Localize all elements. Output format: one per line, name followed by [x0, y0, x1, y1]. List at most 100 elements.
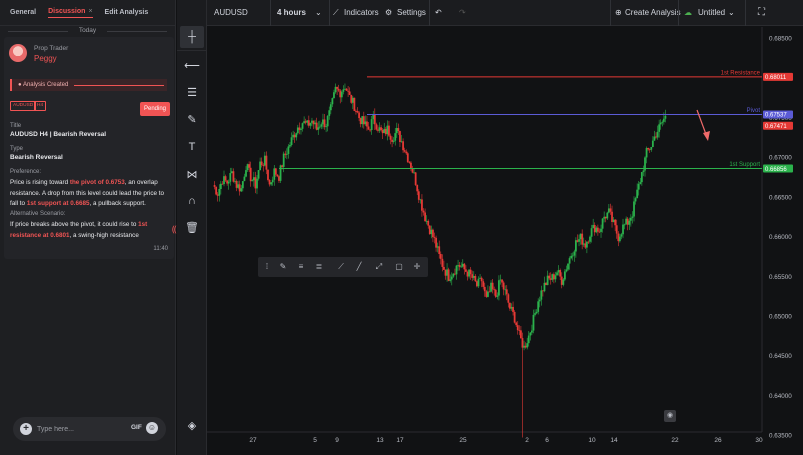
tab-edit-analysis[interactable]: Edit Analysis: [105, 9, 149, 16]
candle-body: [414, 172, 417, 185]
candle-body: [444, 269, 447, 276]
lines-icon[interactable]: ≡: [294, 260, 308, 274]
candle-body: [532, 314, 535, 331]
candle-body: [546, 275, 549, 286]
candle-body: [567, 263, 569, 270]
drag-handle-icon[interactable]: ⁞: [260, 260, 274, 274]
layout-name[interactable]: Untitled: [698, 0, 725, 26]
price-tick-label: 0.66500: [769, 194, 792, 201]
horizontal-lines-icon[interactable]: ☰: [180, 81, 204, 103]
pending-status-button[interactable]: Pending: [140, 102, 170, 116]
username[interactable]: Peggy: [34, 54, 57, 63]
text-icon[interactable]: T: [180, 136, 204, 158]
settings-button[interactable]: Settings: [397, 0, 426, 26]
crosshair-icon[interactable]: ┼: [180, 26, 204, 48]
emoji-icon[interactable]: ☺: [146, 422, 158, 434]
drawing-float-toolbar: ⁞ ✎ ≡ ≣ ⟋ ╱ ⤢ ▢ ✛: [258, 257, 428, 277]
indicators-button[interactable]: Indicators: [344, 0, 379, 26]
candle-body: [370, 119, 373, 131]
candle-body: [650, 147, 653, 150]
candle-body: [620, 234, 623, 237]
avatar[interactable]: [9, 44, 27, 62]
candle-body: [502, 282, 505, 290]
candle-body: [421, 199, 423, 211]
candle-body: [587, 241, 590, 243]
candle-body: [427, 220, 430, 226]
ray-icon[interactable]: ⤢: [372, 260, 386, 274]
undo-icon[interactable]: ↶: [435, 0, 442, 26]
tab-general[interactable]: General: [10, 9, 36, 16]
candle-body: [375, 124, 378, 130]
candle-body: [287, 146, 290, 154]
candle-body: [509, 302, 511, 309]
candle-body: [578, 239, 580, 242]
candle-body: [579, 233, 582, 240]
close-icon[interactable]: ×: [88, 8, 92, 15]
candle-body: [551, 274, 554, 280]
candle-body: [645, 148, 648, 158]
candle-body: [333, 92, 335, 99]
candle-body: [603, 216, 606, 219]
candle-body: [257, 170, 260, 179]
brush-icon[interactable]: ⟋: [334, 260, 348, 274]
brush-icon[interactable]: ✎: [180, 108, 204, 130]
candle-body: [472, 275, 475, 278]
gif-button[interactable]: GIF: [131, 424, 142, 431]
candle-body: [403, 150, 406, 152]
candle-body: [300, 128, 302, 130]
candle-body: [589, 236, 591, 242]
redo-icon[interactable]: ↷: [459, 0, 466, 26]
candle-body: [391, 139, 393, 142]
candle-body: [629, 217, 632, 221]
candle-body: [471, 274, 474, 278]
message-input[interactable]: [37, 422, 127, 436]
candle-body: [662, 118, 665, 122]
add-attachment-icon[interactable]: +: [20, 423, 32, 435]
line-icon[interactable]: ╱: [352, 260, 366, 274]
candle-body: [474, 275, 477, 282]
price-chart[interactable]: 0.685000.680000.675000.670000.665000.660…: [207, 27, 803, 455]
symbol-search[interactable]: AUDUSD: [214, 0, 248, 26]
trend-line-icon[interactable]: ⟵: [180, 54, 204, 76]
candle-body: [491, 282, 494, 290]
layers-icon[interactable]: ◈: [180, 414, 204, 436]
candle-body: [452, 273, 455, 277]
candle-body: [380, 127, 382, 131]
candle-body: [529, 332, 532, 336]
candle-body: [653, 136, 656, 141]
crosshair-icon[interactable]: ✛: [410, 260, 424, 274]
rectangle-icon[interactable]: ▢: [392, 260, 406, 274]
candle-body: [463, 263, 466, 270]
pattern-icon[interactable]: ⋈: [180, 163, 204, 185]
pencil-icon[interactable]: ✎: [276, 260, 290, 274]
candle-body: [458, 265, 461, 268]
candle-body: [612, 219, 615, 222]
candle-body: [636, 189, 639, 199]
fullscreen-icon[interactable]: ⛶: [758, 0, 765, 26]
candle-body: [410, 162, 412, 169]
analysis-type: Bearish Reversal: [10, 154, 63, 161]
time-tick-label: 5: [313, 437, 317, 444]
candle-body: [263, 155, 266, 166]
candle-body: [596, 227, 599, 232]
candle-body: [552, 274, 555, 280]
candle-body: [507, 294, 510, 303]
tab-discussion[interactable]: Discussion ×: [48, 8, 93, 18]
chevron-down-icon[interactable]: ⌄: [728, 0, 735, 26]
chevron-down-icon[interactable]: ⌄: [315, 0, 322, 26]
candle-body: [598, 231, 601, 233]
candle-body: [386, 125, 389, 135]
candle-body: [554, 275, 557, 280]
interval-selector[interactable]: 4 hours: [277, 0, 306, 26]
candle-body: [617, 233, 620, 242]
candle-body: [504, 289, 507, 291]
fib-icon[interactable]: ≣: [312, 260, 326, 274]
trash-icon[interactable]: 🗑: [180, 216, 204, 238]
create-analysis-button[interactable]: Create Analysis: [625, 0, 681, 26]
candle-body: [290, 137, 293, 145]
candle-body: [634, 198, 637, 202]
candle-body: [593, 224, 596, 233]
magnet-icon[interactable]: ∩: [180, 190, 204, 212]
candle-body: [568, 258, 571, 264]
visibility-icon[interactable]: ◉: [664, 410, 676, 422]
